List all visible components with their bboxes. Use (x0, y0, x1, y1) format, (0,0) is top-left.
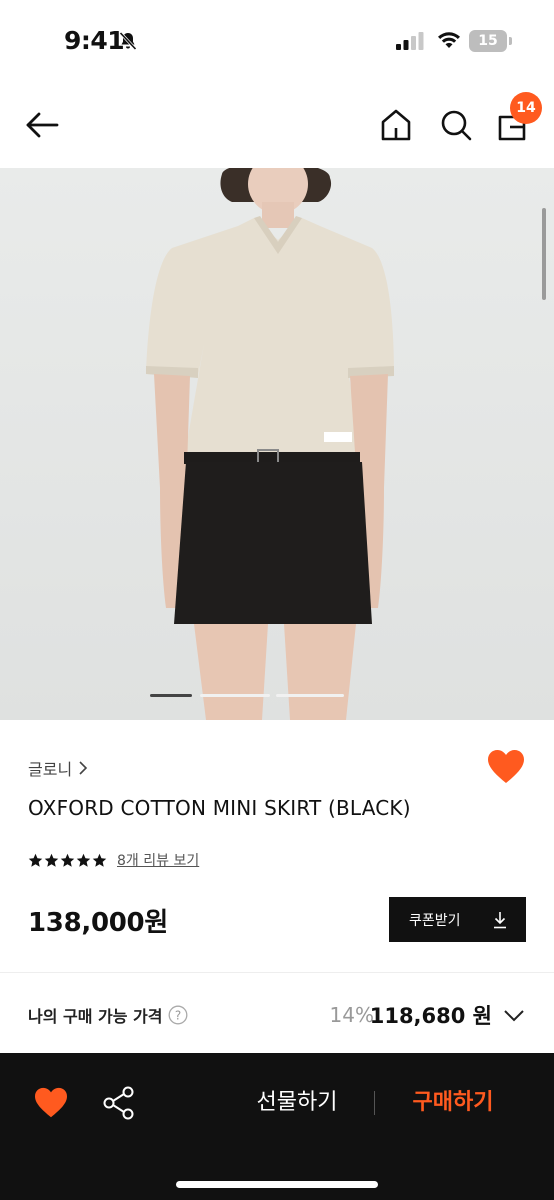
bell-off-icon (119, 31, 137, 51)
image-pagination[interactable] (150, 694, 344, 697)
share-icon[interactable] (102, 1085, 136, 1121)
nav-bar: 14 (0, 80, 554, 168)
cart-count-badge: 14 (510, 92, 542, 124)
page-dot-2[interactable] (200, 694, 270, 697)
scroll-indicator[interactable] (542, 208, 546, 300)
heart-icon[interactable] (487, 749, 525, 785)
status-bar: 9:41 15 (0, 0, 554, 80)
button-separator (374, 1091, 375, 1115)
back-arrow-icon[interactable] (24, 107, 60, 143)
signal-icon (396, 32, 424, 50)
product-price: 138,000원 (28, 908, 168, 938)
brand-name: 글로니 (28, 760, 73, 779)
my-price-value: 118,680 원 (369, 1004, 492, 1028)
bottom-action-bar: 선물하기 구매하기 (0, 1053, 554, 1200)
battery-indicator: 15 (469, 30, 507, 52)
home-icon[interactable] (378, 107, 414, 143)
section-divider (0, 972, 554, 973)
star-icon (60, 853, 75, 867)
product-title: OXFORD COTTON MINI SKIRT (BLACK) (28, 796, 411, 820)
svg-text:?: ? (175, 1009, 181, 1023)
star-icon (76, 853, 91, 867)
page-dot-1[interactable] (150, 694, 192, 697)
my-price-label: 나의 구매 가능 가격 (28, 1007, 163, 1026)
discount-rate: 14% (329, 1003, 374, 1027)
gift-button[interactable]: 선물하기 (230, 1083, 364, 1123)
my-price-row[interactable]: 나의 구매 가능 가격 ? 14% 118,680 원 (28, 990, 526, 1040)
home-indicator[interactable] (176, 1181, 378, 1188)
product-image[interactable] (0, 168, 554, 720)
star-rating (28, 853, 107, 868)
chevron-down-icon[interactable] (502, 1003, 526, 1027)
battery-nub (509, 37, 512, 45)
status-time: 9:41 (64, 26, 125, 55)
star-icon (44, 853, 59, 867)
product-photo (146, 168, 394, 720)
download-icon (494, 911, 506, 928)
review-link[interactable]: 8개 리뷰 보기 (117, 850, 199, 870)
chevron-right-icon (79, 761, 88, 775)
rating-row: 8개 리뷰 보기 (28, 850, 199, 870)
coupon-label: 쿠폰받기 (409, 912, 461, 929)
search-icon[interactable] (438, 107, 474, 143)
heart-icon[interactable] (34, 1087, 68, 1119)
star-icon (28, 853, 43, 867)
wifi-icon (438, 32, 460, 48)
star-icon (92, 853, 107, 867)
coupon-button[interactable]: 쿠폰받기 (389, 897, 526, 942)
page-dot-3[interactable] (276, 694, 344, 697)
buy-button[interactable]: 구매하기 (390, 1083, 516, 1123)
brand-link[interactable]: 글로니 (28, 756, 88, 780)
help-icon[interactable]: ? (168, 1005, 188, 1025)
